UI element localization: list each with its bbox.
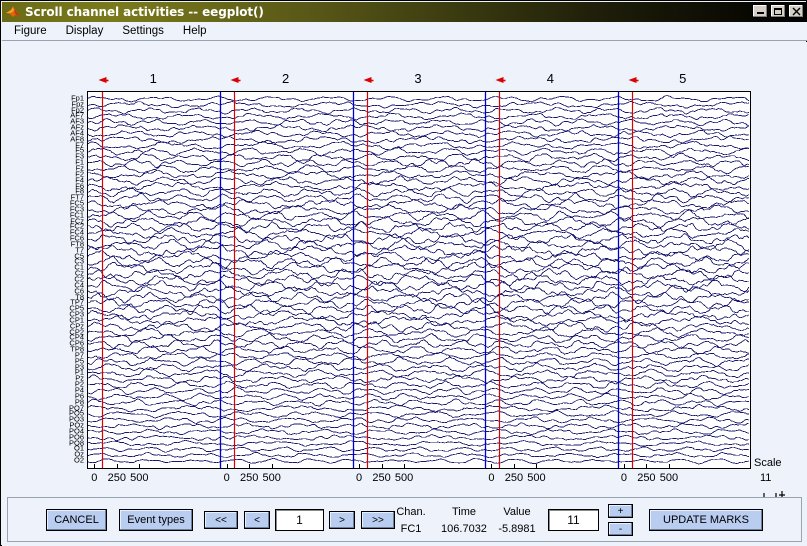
epoch-number: 5 <box>679 71 687 86</box>
time-axis-tick-label: 0 <box>356 472 363 484</box>
time-axis-tick-label: 500 <box>527 472 546 484</box>
time-axis-tick <box>646 464 648 469</box>
epoch-number: 2 <box>281 71 290 86</box>
time-axis-tick <box>381 464 383 469</box>
time-axis-tick-label: 0 <box>488 472 495 484</box>
time-axis-tick <box>226 464 228 469</box>
epoch-position-input[interactable]: 1 <box>275 509 324 531</box>
scale-increase-button[interactable]: + <box>608 504 633 518</box>
time-axis-tick <box>404 464 406 469</box>
readout-value-header: Value <box>503 506 531 518</box>
client-area: 1 2 3 4 5 Fp1 Fpz Fp2 AF7 AF3 AFz AF4 AF8 F7 F5 F3 F1 Fz… <box>2 42 807 546</box>
epoch-number: 1 <box>149 71 157 86</box>
time-axis-tick-label: 0 <box>223 472 230 484</box>
event-marker-flag-icon[interactable] <box>494 73 505 83</box>
nav-next-button[interactable]: > <box>329 511 355 529</box>
time-axis-tick-label: 250 <box>504 472 524 484</box>
time-axis-tick-label: 0 <box>91 472 98 484</box>
time-axis-tick-label: 500 <box>394 472 414 484</box>
time-axis-tick-label: 250 <box>107 472 126 484</box>
close-icon <box>789 5 803 17</box>
time-axis-tick <box>116 464 118 469</box>
eegplot-window: Scroll channel activities -- eegplot() F… <box>0 0 807 546</box>
time-axis-tick-label: 250 <box>372 472 391 484</box>
control-bar: CANCEL Event types << < 1 > >> Chan. Tim… <box>7 497 802 542</box>
event-types-button[interactable]: Event types <box>119 509 193 531</box>
cancel-button[interactable]: CANCEL <box>46 509 107 531</box>
menu-item-display[interactable]: Display <box>57 24 113 39</box>
event-marker-flag-icon[interactable] <box>229 73 240 83</box>
title-bar[interactable]: Scroll channel activities -- eegplot() <box>2 2 807 22</box>
maximize-button[interactable] <box>770 4 786 18</box>
epoch-number: 4 <box>546 71 555 86</box>
scale-decrease-button[interactable]: - <box>608 522 633 536</box>
eeg-traces <box>88 92 750 468</box>
menu-item-figure[interactable]: Figure <box>5 24 56 39</box>
channel-label[interactable]: O2 <box>74 456 84 464</box>
scale-amount: 11 <box>760 472 772 484</box>
window-controls <box>752 4 804 18</box>
maximize-icon <box>771 5 785 17</box>
time-axis-tick <box>491 464 493 469</box>
menu-item-help[interactable]: Help <box>174 24 216 39</box>
time-axis-tick <box>668 464 670 469</box>
time-axis-tick <box>139 464 141 469</box>
time-axis: 0 250 500 0 250 500 0 250 500 0 250 500 0 250 500 <box>87 464 751 490</box>
eeg-plot-area[interactable] <box>87 91 751 469</box>
channel-label-axis: Fp1 Fpz Fp2 AF7 AF3 AFz AF4 AF8 F7 F5 F3 F1 Fz F2 F4 F6… <box>2 91 87 469</box>
nav-first-button[interactable]: << <box>204 511 238 529</box>
time-axis-tick <box>359 464 361 469</box>
update-marks-button[interactable]: UPDATE MARKS <box>649 509 763 531</box>
event-marker-flag-icon[interactable] <box>362 73 373 83</box>
eeg-plot-canvas[interactable] <box>87 91 751 469</box>
time-axis-tick <box>271 464 273 469</box>
matlab-membrane-logo-icon <box>5 4 21 20</box>
time-axis-tick <box>249 464 251 469</box>
time-axis-tick <box>94 464 96 469</box>
event-marker-flag-icon[interactable] <box>97 73 108 83</box>
time-axis-tick-label: 250 <box>240 472 259 484</box>
readout-value-value: -5.8981 <box>498 523 536 535</box>
time-axis-tick-label: 0 <box>620 472 627 484</box>
time-axis-tick <box>623 464 625 469</box>
nav-prev-button[interactable]: < <box>244 511 270 529</box>
readout-time-value: 106.7032 <box>441 523 487 535</box>
window-title: Scroll channel activities -- eegplot() <box>25 5 264 19</box>
menu-item-settings[interactable]: Settings <box>113 24 173 39</box>
menu-bar: Figure Display Settings Help <box>2 22 807 41</box>
time-axis-tick <box>536 464 538 469</box>
epoch-number: 3 <box>414 71 422 86</box>
time-axis-tick-label: 250 <box>637 472 656 484</box>
readout-time-header: Time <box>451 506 477 518</box>
time-axis-tick-label: 500 <box>130 472 149 484</box>
event-marker-flag-icon[interactable] <box>627 73 638 83</box>
scale-input[interactable]: 11 <box>548 509 599 531</box>
time-axis-tick-label: 500 <box>659 472 679 484</box>
minimize-icon <box>753 5 767 17</box>
readout-chan-header: Chan. <box>396 506 426 518</box>
epoch-header: 1 2 3 4 5 <box>87 69 751 91</box>
time-axis-tick <box>513 464 515 469</box>
close-button[interactable] <box>788 4 804 18</box>
readout-chan-value: FC1 <box>400 523 422 535</box>
minimize-button[interactable] <box>752 4 768 18</box>
time-axis-tick-label: 500 <box>262 472 281 484</box>
scale-label: Scale <box>754 457 782 469</box>
window-frame: Scroll channel activities -- eegplot() F… <box>0 0 807 546</box>
